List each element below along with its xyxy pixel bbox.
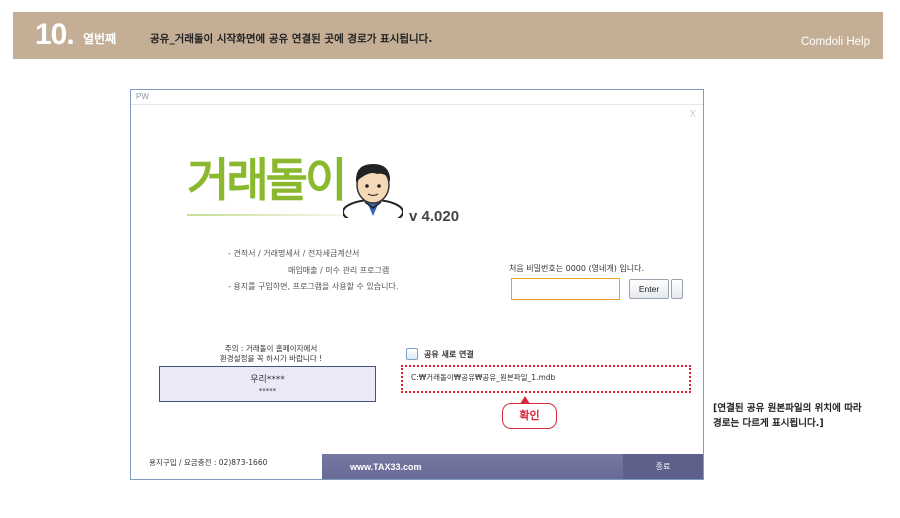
enter-side-button[interactable] <box>671 279 683 299</box>
help-brand: Comdoli Help <box>800 36 870 48</box>
version-label: v 4.020 <box>409 208 460 225</box>
footer-bar: www.TAX33.com 종료 <box>322 454 703 479</box>
enter-button[interactable]: Enter <box>629 279 669 299</box>
description-line-3: - 용지를 구입하면, 프로그램을 사용할 수 있습니다. <box>228 282 399 291</box>
notice-text: 주의 : 거래돌이 홈페이지에서 환경설정을 꼭 하시기 바랍니다 ! <box>219 344 323 363</box>
description-line-2: 매입매출 / 미수 관리 프로그램 <box>288 266 390 275</box>
confirm-callout: 확인 <box>502 403 557 429</box>
banner-title: 공유_거래돌이 시작화면에 공유 연결된 곳에 경로가 표시됩니다. <box>150 33 433 45</box>
close-icon[interactable]: X <box>689 109 696 120</box>
header-banner: 10. 열번째 공유_거래돌이 시작화면에 공유 연결된 곳에 경로가 표시됩니… <box>13 12 883 59</box>
mascot-icon <box>343 164 403 218</box>
step-word: 열번째 <box>83 32 117 46</box>
user-info-box: 우리**** ***** <box>159 366 376 402</box>
user-name: 우리**** <box>250 375 285 385</box>
password-input[interactable] <box>511 278 620 300</box>
window-title: PW <box>136 92 149 101</box>
app-window: PW X 거래돌이 v 4.020 - 견적서 / 거래명세서 / 전자세금계산… <box>130 89 704 480</box>
share-connect-label: 공유 새로 연결 <box>424 350 474 359</box>
app-logo: 거래돌이 <box>187 153 347 207</box>
footer-contact: 용지구입 / 요금충전 : 02)873-1660 <box>149 458 268 467</box>
share-connect-checkbox[interactable] <box>406 348 418 360</box>
user-code: ***** <box>258 387 277 395</box>
website-link[interactable]: www.TAX33.com <box>350 462 422 472</box>
password-hint: 처음 비밀번호는 0000 (영네개) 입니다. <box>509 264 644 273</box>
description-line-1: - 견적서 / 거래명세서 / 전자세금계산서 <box>228 249 360 258</box>
exit-button[interactable]: 종료 <box>623 454 703 479</box>
share-path: C:₩거래돌이₩공유₩공유_원본파일_1.mdb <box>411 373 556 382</box>
step-number: 10. <box>35 18 75 51</box>
window-titlebar: PW <box>131 90 703 105</box>
share-path-highlight: C:₩거래돌이₩공유₩공유_원본파일_1.mdb <box>401 365 691 393</box>
side-note: [연결된 공유 원본파일의 위치에 따라 경로는 다르게 표시됩니다.] <box>713 403 862 429</box>
